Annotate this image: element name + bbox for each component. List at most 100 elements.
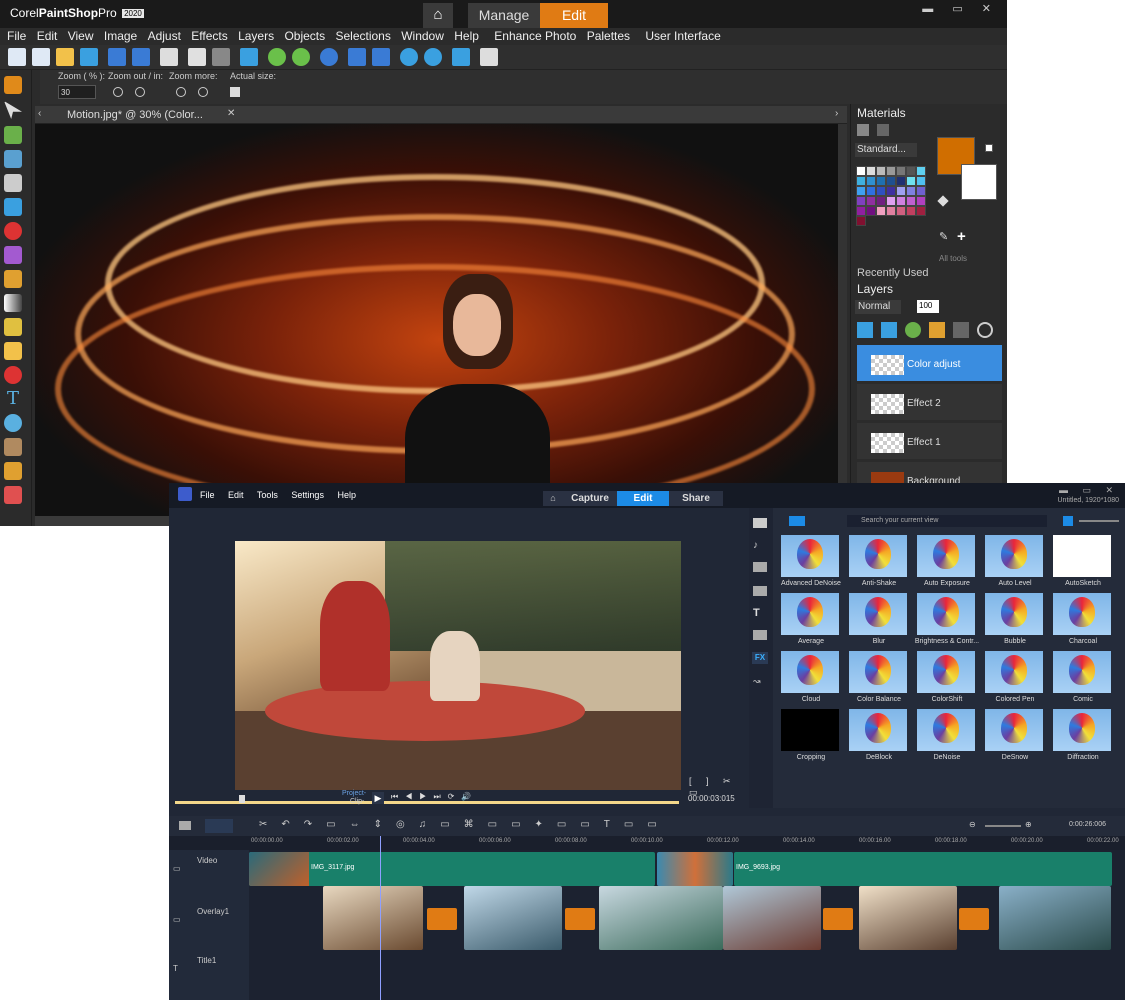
open-folder-icon[interactable] [56, 48, 74, 66]
effect-thumbnail[interactable]: Average [781, 593, 841, 648]
effect-thumbnail[interactable]: DeBlock [849, 709, 909, 764]
background-color[interactable] [961, 164, 997, 200]
eraser-tool-icon[interactable] [4, 318, 22, 336]
layer-item[interactable]: Color adjust [857, 345, 1002, 381]
overlay-clip[interactable] [723, 886, 821, 950]
effect-thumbnail[interactable]: AutoSketch [1053, 535, 1113, 590]
graphics-category-icon[interactable] [753, 630, 767, 640]
zoom-in-button[interactable] [135, 87, 145, 97]
overlay-clip[interactable] [464, 886, 562, 950]
menu-help[interactable]: Help [454, 28, 479, 43]
layer-item[interactable]: Effect 2 [857, 384, 1002, 420]
video-preview[interactable] [235, 541, 681, 790]
effect-thumbnail[interactable]: Advanced DeNoise [781, 535, 841, 590]
overlay-track-icon[interactable]: ▭ [173, 915, 181, 924]
color-swatches[interactable] [856, 166, 926, 238]
save-icon[interactable] [108, 48, 126, 66]
effect-thumbnail[interactable]: Comic [1053, 651, 1113, 706]
menu-window[interactable]: Window [401, 28, 444, 43]
crop-tool-icon[interactable] [4, 174, 22, 192]
overlay-clip[interactable] [599, 886, 723, 950]
rotate-left-icon[interactable] [188, 48, 206, 66]
info-icon[interactable] [320, 48, 338, 66]
effect-thumbnail[interactable]: ColorShift [917, 651, 977, 706]
menu-help[interactable]: Help [337, 490, 356, 500]
effect-thumbnail[interactable]: Diffraction [1053, 709, 1113, 764]
menu-image[interactable]: Image [104, 28, 137, 43]
effect-thumbnail[interactable]: Colored Pen [985, 651, 1045, 706]
media-category-icon[interactable] [753, 518, 767, 528]
effect-thumbnail[interactable]: Charcoal [1053, 593, 1113, 648]
frame-icon[interactable] [857, 124, 869, 136]
zoom-slider[interactable] [985, 825, 1021, 827]
transparent-toggle-icon[interactable] [937, 195, 949, 207]
red-eye-tool-icon[interactable] [4, 222, 22, 240]
list-view-icon[interactable] [1063, 516, 1073, 526]
overlay-clip[interactable] [859, 886, 957, 950]
menu-file[interactable]: File [7, 28, 26, 43]
text-tool-icon[interactable]: T [4, 390, 22, 408]
zoom-out-icon[interactable] [400, 48, 418, 66]
layer-effects-icon[interactable] [905, 322, 921, 338]
transport-controls[interactable]: ⏮◀▶⏭⟳🔊 [391, 792, 478, 802]
motion-path-icon[interactable]: ↝ [753, 676, 767, 686]
edit-tools[interactable]: ✂↶↷▭⇔⇕◎♫▭⌘▭▭✦▭▭T▭▭ [259, 819, 671, 830]
swatch-preset-select[interactable]: Standard... [855, 143, 917, 157]
menu-adjust[interactable]: Adjust [148, 28, 181, 43]
new-layer-icon[interactable] [857, 322, 873, 338]
effect-thumbnail[interactable]: Color Balance [849, 651, 909, 706]
menu-view[interactable]: View [68, 28, 94, 43]
menu-user-interface[interactable]: User Interface [645, 28, 720, 43]
overlay-transition[interactable] [823, 908, 853, 930]
zoom-out-button[interactable] [113, 87, 123, 97]
fit-window-icon[interactable] [372, 48, 390, 66]
document-tab[interactable]: Motion.jpg* @ 30% (Color... [67, 109, 203, 121]
add-swatch-icon[interactable]: + [957, 229, 971, 244]
window-controls[interactable]: ▬ ▭ ✕ [1059, 485, 1119, 496]
pick-tool-icon[interactable] [4, 101, 22, 119]
transition-category-icon[interactable] [753, 586, 767, 596]
instant-project-icon[interactable] [753, 562, 767, 572]
home-tab-icon[interactable]: ⌂ [423, 3, 453, 28]
timeline-view-icon[interactable] [205, 819, 233, 833]
zoom-more-out-button[interactable] [176, 87, 186, 97]
effect-thumbnail[interactable]: Cloud [781, 651, 841, 706]
layer-item[interactable]: Effect 1 [857, 423, 1002, 459]
undo-icon[interactable] [268, 48, 286, 66]
scrubber-handle[interactable] [239, 795, 245, 803]
title-category-icon[interactable]: T [753, 607, 767, 619]
mask-icon[interactable] [953, 322, 969, 338]
transition-clip[interactable] [657, 852, 733, 886]
actual-size-button[interactable] [230, 87, 240, 97]
effect-thumbnail[interactable]: Bubble [985, 593, 1045, 648]
swap-colors-icon[interactable] [985, 144, 993, 152]
swatches-icon[interactable] [877, 124, 889, 136]
gradient-tool-icon[interactable] [4, 294, 22, 312]
menu-objects[interactable]: Objects [284, 28, 325, 43]
zoom-more-in-button[interactable] [198, 87, 208, 97]
menu-palettes[interactable]: Palettes [587, 28, 630, 43]
copy-icon[interactable] [480, 48, 498, 66]
project-mode-label[interactable]: Project- [342, 790, 366, 797]
video-clip[interactable]: IMG_9693.jpg [734, 852, 1112, 886]
straighten-tool-icon[interactable] [4, 198, 22, 216]
close-tab-icon[interactable]: ✕ [227, 108, 235, 119]
thumbnail-size-slider[interactable] [1079, 520, 1119, 522]
effect-thumbnail[interactable]: Auto Exposure [917, 535, 977, 590]
mark-in-out-controls[interactable]: [ ] ✂ ▭ [689, 776, 746, 798]
paint-brush-tool-icon[interactable] [4, 270, 22, 288]
effect-thumbnail[interactable]: Anti-Shake [849, 535, 909, 590]
menu-layers[interactable]: Layers [238, 28, 274, 43]
eyedropper-icon[interactable]: ✎ [939, 232, 949, 243]
pen-tool-icon[interactable] [4, 366, 22, 384]
scan-icon[interactable] [80, 48, 98, 66]
new-file-icon[interactable] [8, 48, 26, 66]
image-info-icon[interactable] [348, 48, 366, 66]
video-track-icon[interactable]: ▭ [173, 864, 181, 873]
new-document-icon[interactable] [32, 48, 50, 66]
tab-scroll-left-icon[interactable]: ‹ [38, 108, 41, 119]
home-icon[interactable]: ⌂ [543, 491, 563, 506]
menu-tools[interactable]: Tools [257, 490, 278, 500]
tab-edit[interactable]: Edit [540, 3, 608, 28]
tab-manage[interactable]: Manage [468, 3, 540, 28]
